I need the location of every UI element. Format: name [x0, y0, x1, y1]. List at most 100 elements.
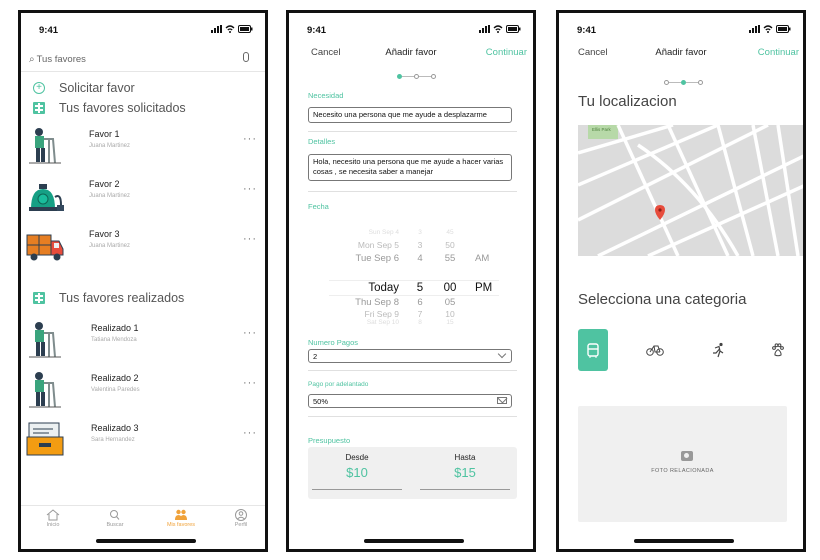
- tab-buscar[interactable]: Buscar: [95, 509, 135, 528]
- wifi-icon: [763, 25, 773, 33]
- status-time: 9:41: [39, 25, 59, 36]
- list-item[interactable]: Realizado 3 Sara Hernandez ···: [25, 419, 265, 463]
- category-selector: [578, 329, 787, 371]
- picker-row[interactable]: Sat Sep 10 8 15: [329, 319, 499, 332]
- category-bicycle[interactable]: [640, 329, 670, 371]
- presupuesto-label: Presupuesto: [308, 436, 351, 445]
- people-icon: [175, 509, 187, 520]
- chevron-down-icon: [497, 349, 507, 359]
- more-options-icon[interactable]: ···: [243, 133, 257, 145]
- favor-title: Realizado 1: [91, 323, 139, 333]
- step-dot: [431, 74, 436, 79]
- add-circle-icon: +: [33, 82, 45, 94]
- navigation-bar: Cancel Añadir favor Continuar: [289, 47, 533, 61]
- profile-icon: [235, 509, 247, 521]
- detalles-field[interactable]: Hola, necesito una persona que me ayude …: [308, 154, 512, 181]
- favor-title: Realizado 2: [91, 373, 139, 383]
- status-time: 9:41: [307, 25, 327, 36]
- date-time-picker[interactable]: Sun Sep 4 3 45 Mon Sep 5 3 50 Tue Sep 6 …: [329, 229, 499, 326]
- list-item[interactable]: Realizado 2 Valentina Paredes ···: [25, 369, 265, 413]
- category-walker[interactable]: [578, 329, 608, 371]
- battery-icon: [238, 25, 253, 33]
- list-item[interactable]: Favor 3 Juana Martinez ···: [25, 225, 265, 269]
- tab-perfil[interactable]: Perfil: [221, 509, 261, 528]
- tab-inicio[interactable]: Inicio: [33, 509, 73, 528]
- status-time: 9:41: [577, 25, 597, 36]
- home-indicator: [96, 539, 196, 543]
- favor-person: Juana Martinez: [89, 193, 131, 199]
- signal-icon: [479, 25, 490, 33]
- runner-icon: [713, 342, 724, 358]
- more-options-icon[interactable]: ···: [243, 183, 257, 195]
- moving-truck-illustration: [26, 234, 64, 261]
- search-icon: ⌕: [29, 53, 35, 65]
- done-favors-label: Tus favores realizados: [59, 291, 185, 305]
- phone-screen-anadir-favor-step1: 9:41 Cancel Añadir favor Continuar Neces…: [286, 10, 536, 552]
- request-favor-label: Solicitar favor: [59, 81, 135, 95]
- picker-row[interactable]: Mon Sep 5 3 50: [329, 240, 499, 253]
- more-options-icon[interactable]: ···: [243, 327, 257, 339]
- wifi-icon: [493, 25, 503, 33]
- search-bar[interactable]: ⌕ Tus favores: [29, 50, 257, 68]
- microphone-icon[interactable]: [243, 52, 249, 62]
- signal-icon: [749, 25, 760, 33]
- photo-label: FOTO RELACIONADA: [651, 468, 714, 474]
- list-item[interactable]: Favor 1 Juana Martinez ···: [25, 125, 265, 169]
- request-favor-button[interactable]: + Solicitar favor: [33, 81, 135, 95]
- file-drawer-illustration: [26, 422, 64, 456]
- tab-bar: Inicio Buscar Mis favores Perfil: [21, 505, 265, 531]
- favor-title: Favor 1: [89, 129, 120, 139]
- list-icon: [33, 102, 45, 114]
- necesidad-field[interactable]: Necesito una persona que me ayude a desp…: [308, 107, 512, 123]
- battery-icon: [776, 25, 791, 33]
- budget-to[interactable]: Hasta $15: [420, 453, 510, 490]
- step-indicator: [289, 73, 533, 81]
- favor-person: Juana Martinez: [89, 143, 131, 149]
- map-streets: [578, 125, 803, 256]
- numero-pagos-label: Numero Pagos: [308, 338, 359, 347]
- search-placeholder: Tus favores: [36, 53, 86, 65]
- home-indicator: [634, 539, 734, 543]
- category-runner[interactable]: [703, 329, 733, 371]
- requested-favors-header: Tus favores solicitados: [33, 101, 186, 115]
- list-item[interactable]: Favor 2 Juana Martinez ···: [25, 175, 265, 219]
- home-indicator: [364, 539, 464, 543]
- paw-icon: [772, 343, 784, 357]
- home-icon: [46, 509, 60, 521]
- walker-illustration: [29, 128, 61, 164]
- numero-pagos-select[interactable]: 2: [308, 349, 512, 363]
- more-options-icon[interactable]: ···: [243, 233, 257, 245]
- pago-adelantado-field[interactable]: 50%: [308, 394, 512, 408]
- step-indicator: [559, 79, 803, 87]
- favor-title: Favor 2: [89, 179, 120, 189]
- category-pet[interactable]: [763, 329, 793, 371]
- walker-illustration: [29, 322, 61, 358]
- more-options-icon[interactable]: ···: [243, 377, 257, 389]
- picker-row-selected[interactable]: Today 5 00 PM: [329, 282, 499, 295]
- more-options-icon[interactable]: ···: [243, 427, 257, 439]
- search-icon: [110, 510, 120, 520]
- related-photo-upload[interactable]: FOTO RELACIONADA: [578, 406, 787, 522]
- favor-title: Realizado 3: [91, 423, 139, 433]
- list-icon: [33, 292, 45, 304]
- wifi-icon: [225, 25, 235, 33]
- pago-adelantado-label: Pago por adelantado: [308, 381, 369, 388]
- budget-from[interactable]: Desde $10: [312, 453, 402, 490]
- list-item[interactable]: Realizado 1 Tatiana Mendoza ···: [25, 319, 265, 363]
- status-bar: 9:41: [21, 23, 265, 37]
- phone-screen-mis-favores: 9:41 ⌕ Tus favores + Solicitar favor Tus…: [18, 10, 268, 552]
- location-map[interactable]: Ellis Park: [578, 125, 803, 256]
- step-dot: [698, 80, 703, 85]
- fecha-label: Fecha: [308, 202, 329, 211]
- tab-mis-favores[interactable]: Mis favores: [161, 509, 201, 528]
- favor-person: Sara Hernandez: [91, 437, 135, 443]
- continue-button[interactable]: Continuar: [758, 47, 799, 58]
- status-bar: 9:41: [289, 23, 533, 37]
- picker-row[interactable]: Tue Sep 6 4 55 AM: [329, 253, 499, 266]
- continue-button[interactable]: Continuar: [486, 47, 527, 58]
- necesidad-label: Necesidad: [308, 91, 344, 100]
- category-title: Selecciona una categoria: [578, 291, 747, 308]
- signal-icon: [211, 25, 222, 33]
- phone-screen-anadir-favor-step2: 9:41 Cancel Añadir favor Continuar Tu lo…: [556, 10, 806, 552]
- budget-range: Desde $10 Hasta $15: [308, 447, 517, 499]
